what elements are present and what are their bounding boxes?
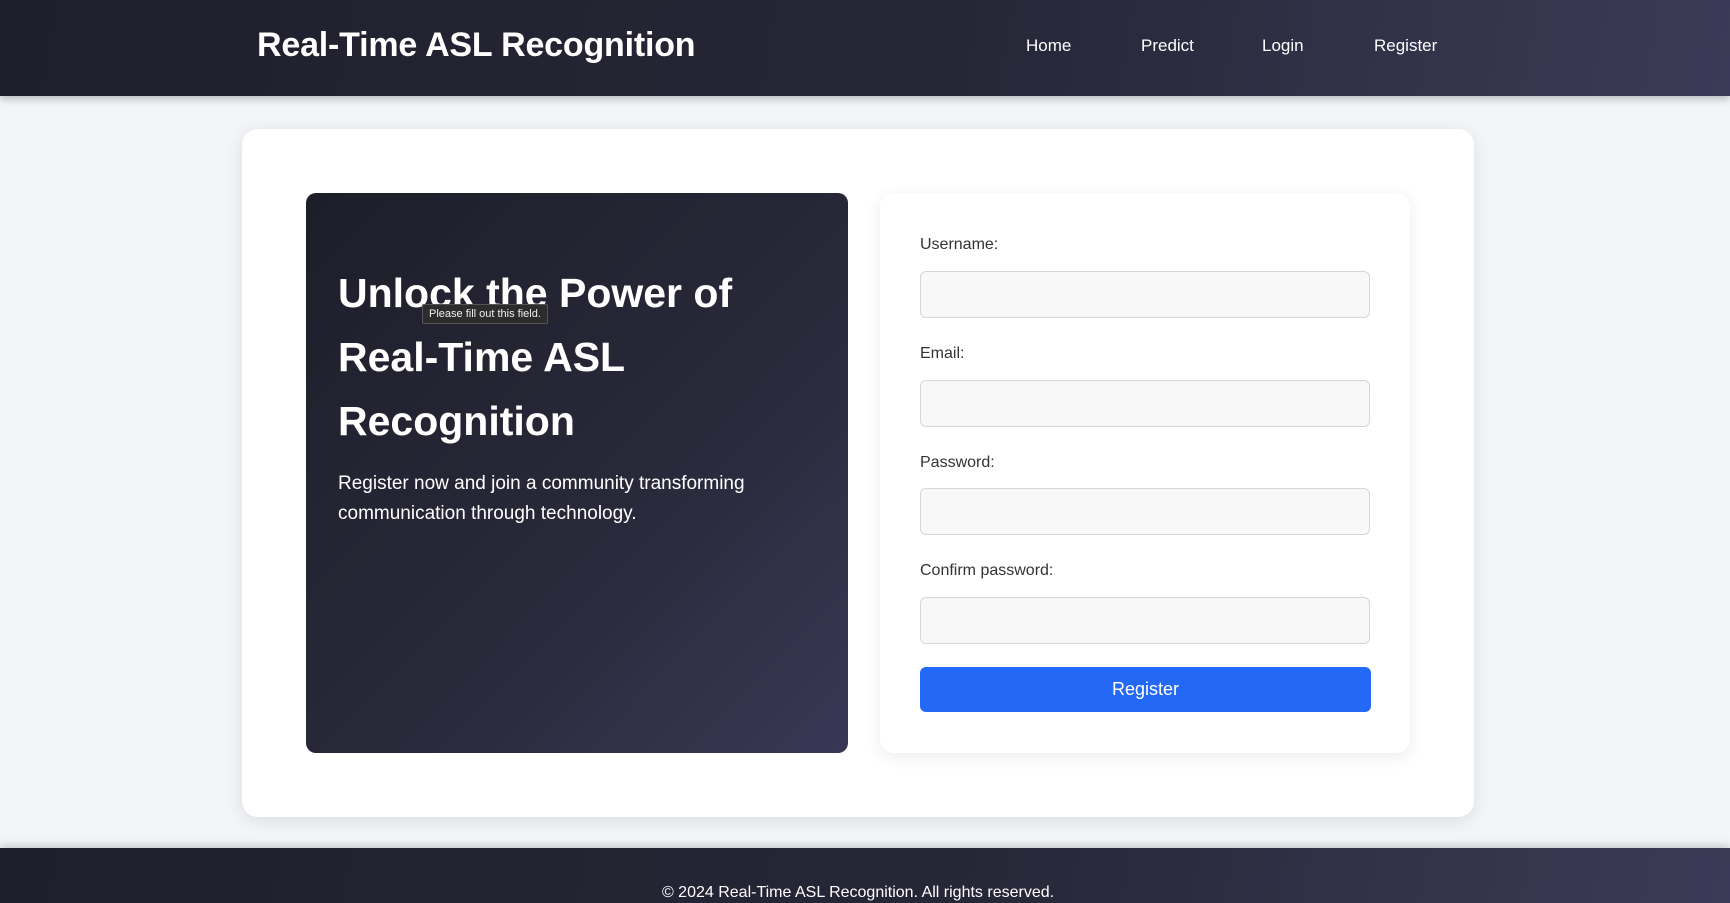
register-form: Username: Email: Password: Confirm passw… [880,193,1410,753]
confirm-password-input[interactable] [920,597,1370,644]
confirm-password-label: Confirm password: [920,562,1054,579]
hero-title: Unlock the Power of Real-Time ASL Recogn… [338,270,733,444]
hero-panel: Unlock the Power of Real-Time ASL Recogn… [306,193,848,753]
username-input[interactable] [920,271,1370,318]
nav-predict-link[interactable]: Predict [1141,36,1194,56]
footer-copyright: © 2024 Real-Time ASL Recognition. All ri… [661,884,1055,901]
site-header: Real-Time ASL Recognition Home Predict L… [0,0,1730,96]
site-footer: © 2024 Real-Time ASL Recognition. All ri… [0,848,1730,903]
register-card: Unlock the Power of Real-Time ASL Recogn… [242,129,1474,817]
email-label: Email: [920,345,965,362]
hero-description: Register now and join a community transf… [338,473,745,524]
register-button[interactable]: Register [920,667,1371,712]
email-input[interactable] [920,380,1370,427]
password-input[interactable] [920,488,1370,535]
brand-title: Real-Time ASL Recognition [257,26,696,64]
validation-tooltip: Please fill out this field. [422,304,548,324]
nav-login-link[interactable]: Login [1262,36,1304,56]
nav-home-link[interactable]: Home [1026,36,1071,56]
nav-register-link[interactable]: Register [1374,36,1437,56]
password-label: Password: [920,454,995,471]
username-label: Username: [920,236,999,253]
